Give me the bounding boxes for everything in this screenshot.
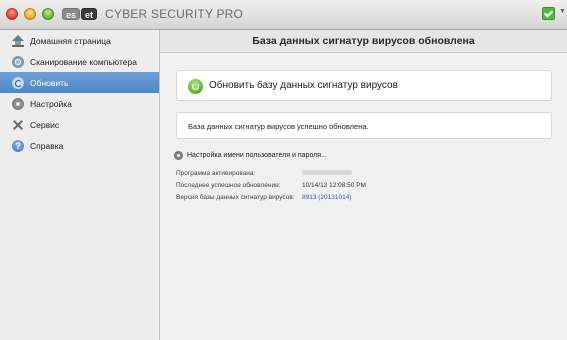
scan-icon	[12, 55, 24, 68]
settings-link-label: Настройка имени пользователя и пароля...	[187, 151, 327, 159]
close-window-button[interactable]	[6, 8, 18, 20]
sidebar-item-label: Справка	[30, 140, 64, 151]
app-title: CYBER SECURITY PRO	[105, 7, 244, 21]
eset-logo: es et	[62, 8, 98, 20]
info-value-last-update: 10/14/13 12:08:50 PM	[302, 182, 366, 189]
tools-icon	[12, 119, 24, 131]
sidebar-item-setup[interactable]: Настройка	[0, 93, 159, 114]
home-icon	[12, 34, 24, 47]
refresh-icon	[188, 79, 203, 94]
sidebar-item-label: Настройка	[30, 98, 72, 109]
zoom-window-button[interactable]	[42, 8, 54, 20]
info-row-activated: Программа активирована:	[176, 170, 352, 180]
sidebar: Домашняя страница Сканирование компьютер…	[0, 30, 160, 340]
sidebar-item-tools[interactable]: Сервис	[0, 114, 159, 135]
sidebar-item-label: Обновить	[30, 77, 69, 88]
main-panel: База данных сигнатур вирусов обновлена О…	[160, 30, 567, 340]
title-bar: es et CYBER SECURITY PRO ▼	[0, 0, 567, 30]
info-label: Программа активирована:	[176, 170, 256, 177]
sidebar-item-home[interactable]: Домашняя страница	[0, 30, 159, 51]
status-message: База данных сигнатур вирусов успешно обн…	[188, 122, 369, 131]
sidebar-item-update[interactable]: Обновить	[0, 72, 159, 93]
help-icon: ?	[12, 139, 24, 152]
sidebar-item-help[interactable]: ? Справка	[0, 135, 159, 156]
gear-icon	[12, 97, 24, 110]
logo-part-es: es	[62, 8, 81, 20]
protected-checkmark-icon[interactable]	[542, 7, 555, 20]
logo-part-et: et	[81, 8, 98, 20]
sidebar-item-label: Сканирование компьютера	[30, 56, 137, 67]
update-button-label: Обновить базу данных сигнатур вирусов	[209, 80, 398, 91]
sidebar-item-label: Домашняя страница	[30, 35, 111, 46]
page-title: База данных сигнатур вирусов обновлена	[160, 30, 567, 53]
info-row-last-update: Последнее успешное обновление: 10/14/13 …	[176, 182, 366, 192]
chevron-down-icon[interactable]: ▼	[559, 8, 566, 15]
info-label: Последнее успешное обновление:	[176, 182, 281, 189]
username-password-settings-link[interactable]: Настройка имени пользователя и пароля...	[174, 150, 327, 160]
info-row-db-version: Версия базы данных сигнатур вирусов: 891…	[176, 194, 352, 204]
info-label: Версия базы данных сигнатур вирусов:	[176, 194, 295, 201]
app-window: es et CYBER SECURITY PRO ▼ Домашняя стра…	[0, 0, 567, 340]
update-virus-db-button[interactable]: Обновить базу данных сигнатур вирусов	[176, 70, 552, 101]
db-version-link[interactable]: 8913 (20131014)	[302, 194, 352, 201]
sidebar-item-label: Сервис	[30, 119, 60, 130]
update-icon	[12, 76, 24, 89]
minimize-window-button[interactable]	[24, 8, 36, 20]
sidebar-item-computer-scan[interactable]: Сканирование компьютера	[0, 51, 159, 72]
gear-icon	[174, 150, 183, 160]
status-message-box: База данных сигнатур вирусов успешно обн…	[176, 112, 552, 139]
info-value-activated-redacted	[302, 170, 352, 177]
